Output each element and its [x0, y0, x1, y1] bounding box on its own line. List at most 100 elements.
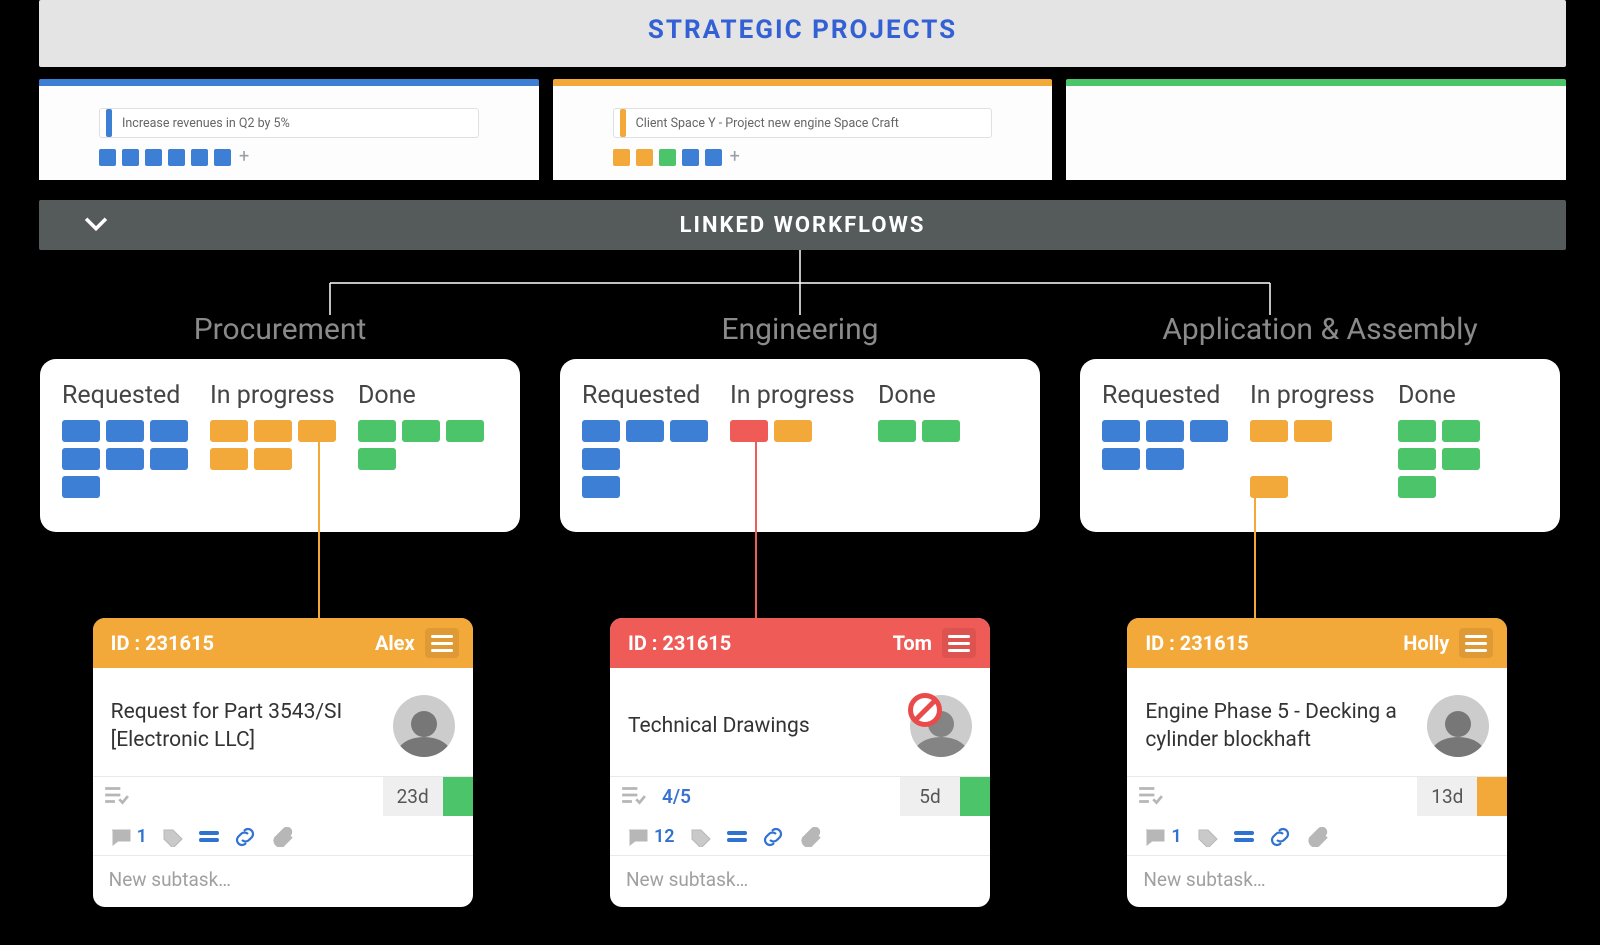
tasks-row: ID : 231615AlexRequest for Part 3543/SI …: [40, 618, 1560, 907]
tag-icon[interactable]: [689, 827, 713, 847]
task-card[interactable]: ID : 231615HollyEngine Phase 5 - Decking…: [1127, 618, 1507, 907]
task-tile[interactable]: [210, 448, 248, 470]
checklist-icon[interactable]: [93, 777, 139, 816]
menu-icon[interactable]: [1459, 628, 1493, 658]
project-card-blue[interactable]: Increase revenues in Q2 by 5%: [99, 108, 479, 138]
new-subtask-input[interactable]: New subtask…: [1127, 855, 1507, 907]
task-tile[interactable]: [582, 420, 620, 442]
checklist-icon[interactable]: [1127, 777, 1173, 816]
chevron-down-icon[interactable]: [79, 206, 113, 244]
task-tile[interactable]: [1146, 420, 1184, 442]
chip[interactable]: [145, 149, 162, 166]
card-stripe: [620, 109, 626, 137]
task-card[interactable]: ID : 231615TomTechnical Drawings4/55d12N…: [610, 618, 990, 907]
list-icon[interactable]: [199, 831, 219, 842]
menu-icon[interactable]: [942, 628, 976, 658]
column-title: In progress: [730, 381, 870, 410]
task-tile[interactable]: [670, 420, 708, 442]
chip[interactable]: [705, 149, 722, 166]
task-tile[interactable]: [1398, 420, 1436, 442]
task-tile[interactable]: [358, 420, 396, 442]
task-tile[interactable]: [922, 420, 960, 442]
task-tile[interactable]: [446, 420, 484, 442]
lane-blue[interactable]: Increase revenues in Q2 by 5% +: [39, 79, 539, 200]
task-progress: 4/5: [656, 777, 900, 816]
task-tile[interactable]: [1146, 448, 1184, 470]
task-tile[interactable]: [582, 448, 620, 470]
chip[interactable]: [122, 149, 139, 166]
chip[interactable]: [659, 149, 676, 166]
tag-icon[interactable]: [161, 827, 185, 847]
task-tile[interactable]: [1398, 476, 1436, 498]
attachment-icon[interactable]: [799, 827, 823, 847]
task-tile[interactable]: [62, 420, 100, 442]
task-card[interactable]: ID : 231615AlexRequest for Part 3543/SI …: [93, 618, 473, 907]
lane-orange[interactable]: Client Space Y - Project new engine Spac…: [553, 79, 1053, 200]
chip[interactable]: [636, 149, 653, 166]
board-title: Procurement: [194, 312, 367, 347]
add-chip-button[interactable]: +: [239, 148, 249, 166]
new-subtask-input[interactable]: New subtask…: [610, 855, 990, 907]
chip[interactable]: [613, 149, 630, 166]
checklist-icon[interactable]: [610, 777, 656, 816]
attachment-icon[interactable]: [271, 827, 295, 847]
chip[interactable]: [682, 149, 699, 166]
avatar[interactable]: [393, 695, 455, 757]
comments-icon[interactable]: 1: [109, 826, 147, 847]
column-in-progress: In progress: [1250, 381, 1390, 498]
task-tile[interactable]: [1250, 420, 1288, 442]
task-tile[interactable]: [62, 476, 100, 498]
task-tile[interactable]: [358, 448, 396, 470]
chip[interactable]: [214, 149, 231, 166]
task-tile[interactable]: [150, 420, 188, 442]
task-tile[interactable]: [150, 448, 188, 470]
task-tile[interactable]: [254, 420, 292, 442]
task-tile[interactable]: [1102, 448, 1140, 470]
task-tile[interactable]: [730, 420, 768, 442]
task-tile[interactable]: [1398, 448, 1436, 470]
task-tile[interactable]: [1102, 420, 1140, 442]
list-icon[interactable]: [727, 831, 747, 842]
task-tile[interactable]: [210, 420, 248, 442]
task-tile[interactable]: [1442, 448, 1480, 470]
task-tile[interactable]: [402, 420, 440, 442]
board-card[interactable]: RequestedIn progressDone: [40, 359, 520, 532]
task-tile[interactable]: [298, 420, 336, 442]
task-tile[interactable]: [1294, 420, 1332, 442]
column-title: Done: [878, 381, 1018, 410]
task-tile[interactable]: [254, 448, 292, 470]
comments-icon[interactable]: 12: [626, 826, 675, 847]
link-icon[interactable]: [233, 827, 257, 847]
chip[interactable]: [168, 149, 185, 166]
tag-icon[interactable]: [1196, 827, 1220, 847]
column-title: Requested: [582, 381, 722, 410]
add-chip-button[interactable]: +: [730, 148, 740, 166]
connector-line: [1254, 493, 1256, 620]
board-card[interactable]: Requested In progress Done: [560, 359, 1040, 532]
chip[interactable]: [191, 149, 208, 166]
linked-workflows-bar[interactable]: LINKED WORKFLOWS: [39, 200, 1566, 250]
strategic-projects-title: STRATEGIC PROJECTS: [648, 15, 957, 45]
menu-icon[interactable]: [425, 628, 459, 658]
lane-green[interactable]: [1066, 79, 1566, 200]
attachment-icon[interactable]: [1306, 827, 1330, 847]
task-tile[interactable]: [106, 448, 144, 470]
task-tile[interactable]: [1190, 420, 1228, 442]
comments-icon[interactable]: 1: [1143, 826, 1181, 847]
list-icon[interactable]: [1234, 831, 1254, 842]
task-tile[interactable]: [1442, 420, 1480, 442]
board-card[interactable]: RequestedIn progressDone: [1080, 359, 1560, 532]
task-tile[interactable]: [878, 420, 916, 442]
new-subtask-input[interactable]: New subtask…: [93, 855, 473, 907]
link-icon[interactable]: [761, 827, 785, 847]
task-title: Engine Phase 5 - Decking a cylinder bloc…: [1145, 698, 1427, 755]
chip[interactable]: [99, 149, 116, 166]
task-tile[interactable]: [582, 476, 620, 498]
task-tile[interactable]: [106, 420, 144, 442]
avatar[interactable]: [1427, 695, 1489, 757]
task-tile[interactable]: [774, 420, 812, 442]
task-tile[interactable]: [62, 448, 100, 470]
link-icon[interactable]: [1268, 827, 1292, 847]
task-tile[interactable]: [626, 420, 664, 442]
project-card-orange[interactable]: Client Space Y - Project new engine Spac…: [613, 108, 993, 138]
